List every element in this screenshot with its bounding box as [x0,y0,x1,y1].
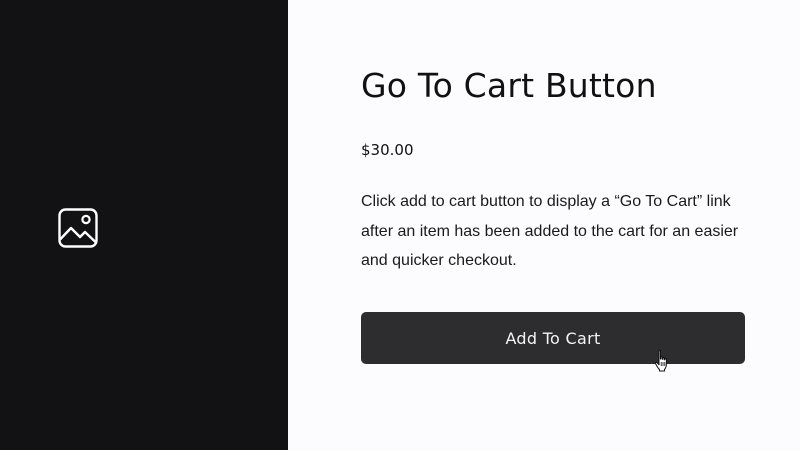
product-image-panel [0,0,288,450]
product-price: $30.00 [361,141,414,159]
product-description: Click add to cart button to display a “G… [361,193,739,269]
product-page: Go To Cart Button $30.00 Click add to ca… [0,0,800,450]
image-placeholder-icon [58,208,98,248]
add-to-cart-button[interactable]: Add To Cart [361,312,745,364]
product-details: Go To Cart Button $30.00 Click add to ca… [288,0,800,450]
product-title: Go To Cart Button [361,66,657,105]
